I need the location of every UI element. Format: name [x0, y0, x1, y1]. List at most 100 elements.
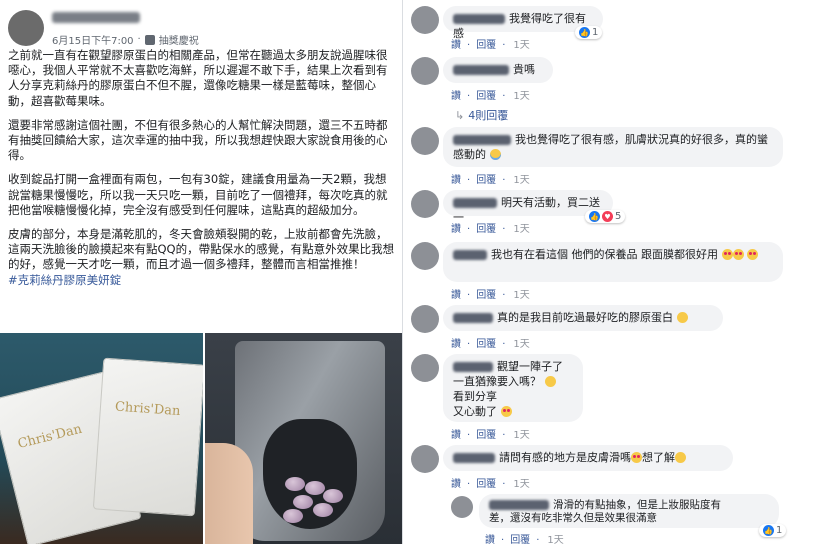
reaction-count[interactable]: 👍 1 — [759, 524, 787, 537]
like-icon: 👍 — [763, 525, 774, 536]
crying-emoji-icon — [489, 149, 501, 160]
commenter-avatar[interactable] — [451, 496, 473, 518]
like-action[interactable]: 讚 — [451, 290, 461, 301]
wink-emoji-icon — [675, 452, 686, 463]
commenter-name-redacted[interactable] — [453, 14, 505, 24]
reply-action[interactable]: 回覆 — [476, 339, 496, 350]
reply-action[interactable]: 回覆 — [510, 535, 530, 546]
commenter-name-redacted[interactable] — [453, 135, 511, 145]
comment-actions: 讚 · 回覆 · 1天 — [451, 224, 530, 235]
comment-bubble: 滑滑的有點抽象，但是上妝服貼度有 差，還沒有吃非常久但是效果很滿意 — [479, 494, 779, 528]
separator: · — [137, 34, 141, 45]
grin-emoji-icon — [544, 376, 556, 387]
comment-time[interactable]: 1天 — [513, 290, 529, 301]
comment-actions: 讚 · 回覆 · 1天 — [451, 91, 530, 102]
tablet — [285, 477, 305, 491]
comment-time[interactable]: 1天 — [513, 40, 529, 51]
heart-eyes-emoji-icon — [721, 249, 733, 260]
view-replies-label: 4則回覆 — [468, 109, 509, 122]
author-avatar[interactable] — [8, 10, 44, 46]
commenter-avatar[interactable] — [411, 190, 439, 218]
tablet — [323, 489, 343, 503]
tablet — [283, 509, 303, 523]
reply-action[interactable]: 回覆 — [476, 290, 496, 301]
commenter-name-redacted[interactable] — [489, 500, 549, 510]
comment-time[interactable]: 1天 — [513, 91, 529, 102]
comment-text-line: 又心動了 — [453, 405, 497, 418]
comment-text: 貴嗎 — [513, 63, 535, 76]
reply-action[interactable]: 回覆 — [476, 479, 496, 490]
comment-time[interactable]: 1天 — [513, 339, 529, 350]
commenter-avatar[interactable] — [411, 6, 439, 34]
commenter-avatar[interactable] — [411, 445, 439, 473]
comment-bubble: 觀望一陣子了 一直猶豫要入嗎？ 看到分享 又心動了 — [443, 354, 583, 422]
comment-bubble: 我也覺得吃了很有感，肌膚狀況真的好很多，真的蠻感動的 — [443, 127, 783, 167]
commenter-avatar[interactable] — [411, 57, 439, 85]
reply-action[interactable]: 回覆 — [476, 91, 496, 102]
smile-emoji-icon — [676, 312, 688, 323]
comment-text: 請問有感的地方是皮膚滑嗎 — [499, 451, 631, 464]
commenter-name-redacted[interactable] — [453, 313, 493, 323]
tablet — [305, 481, 325, 495]
like-action[interactable]: 讚 — [485, 535, 495, 546]
heart-eyes-emoji-icon — [747, 249, 758, 260]
like-icon: 👍 — [579, 27, 590, 38]
commenter-name-redacted[interactable] — [453, 65, 509, 75]
hashtag-link[interactable]: #克莉絲丹膠原美妍錠 — [8, 273, 396, 288]
like-action[interactable]: 讚 — [451, 175, 461, 186]
comment-bubble: 貴嗎 — [443, 57, 553, 83]
post-date[interactable]: 6月15日下午7:00 — [52, 32, 134, 47]
reply-action[interactable]: 回覆 — [476, 224, 496, 235]
comment-actions: 讚 · 回覆 · 1天 — [451, 430, 530, 441]
love-icon: ♥ — [602, 211, 613, 222]
commenter-avatar[interactable] — [411, 127, 439, 155]
comment-time[interactable]: 1天 — [513, 175, 529, 186]
comment-text-line: 觀望一陣子了 — [497, 360, 563, 373]
reaction-number: 1 — [776, 525, 783, 536]
commenter-name-redacted[interactable] — [453, 362, 493, 372]
reply-action[interactable]: 回覆 — [476, 175, 496, 186]
commenter-avatar[interactable] — [411, 305, 439, 333]
like-action[interactable]: 讚 — [451, 224, 461, 235]
post-meta: 6月15日下午7:00 · 抽獎慶祝 — [52, 32, 199, 47]
comments-section: 我覺得吃了很有感 👍 1 讚 · 回覆 · 1天 貴嗎 讚 · 回覆 · 1天 ↳ 4則回覆 我也覺… — [403, 0, 816, 546]
commenter-name-redacted[interactable] — [453, 453, 495, 463]
reply-action[interactable]: 回覆 — [476, 430, 496, 441]
like-action[interactable]: 讚 — [451, 339, 461, 350]
post-paragraph: 皮膚的部分，本身是滿乾肌的，冬天會臉頰裂開的乾，上妝前都會先洗臉，這兩天洗臉後的… — [8, 227, 395, 272]
author-name-redacted[interactable] — [52, 12, 140, 23]
comment-actions: 讚 · 回覆 · 1天 — [451, 339, 530, 350]
post-activity[interactable]: 抽獎慶祝 — [159, 32, 199, 47]
comment-time[interactable]: 1天 — [513, 224, 529, 235]
hand — [205, 443, 253, 544]
comment-text: 我也有在看這個 他們的保養品 跟面膜都很好用 — [491, 248, 718, 261]
comment-time[interactable]: 1天 — [513, 479, 529, 490]
heart-eyes-emoji-icon — [631, 452, 642, 463]
commenter-avatar[interactable] — [411, 242, 439, 270]
product-packet: Chris'Dan — [92, 357, 203, 517]
product-photo-tablets[interactable] — [205, 333, 402, 544]
comment-time[interactable]: 1天 — [513, 430, 529, 441]
comment-time[interactable]: 1天 — [547, 535, 563, 546]
commenter-name-redacted[interactable] — [453, 198, 497, 208]
comment-bubble: 請問有感的地方是皮膚滑嗎 想了解 — [443, 445, 733, 471]
like-action[interactable]: 讚 — [451, 430, 461, 441]
commenter-avatar[interactable] — [411, 354, 439, 382]
heart-eyes-emoji-icon — [732, 249, 744, 260]
reaction-count[interactable]: 👍 1 — [575, 26, 603, 39]
tag-icon — [144, 34, 155, 45]
product-photo-packets[interactable]: Chris'Dan Chris'Dan — [0, 333, 203, 544]
like-action[interactable]: 讚 — [451, 40, 461, 51]
like-action[interactable]: 讚 — [451, 479, 461, 490]
view-replies-link[interactable]: ↳ 4則回覆 — [455, 107, 508, 123]
commenter-name-redacted[interactable] — [453, 250, 487, 260]
like-action[interactable]: 讚 — [451, 91, 461, 102]
comment-text-line: 看到分享 — [453, 390, 497, 403]
heart-eyes-emoji-icon — [500, 406, 512, 417]
comment-tail-text: 想了解 — [642, 451, 675, 464]
comment-text-line: 一直猶豫要入嗎？ — [453, 375, 541, 388]
packet-brand: Chris'Dan — [114, 399, 181, 420]
comment-text-line: 滑滑的有點抽象，但是上妝服貼度有 — [553, 499, 721, 511]
reaction-count[interactable]: 👍 ♥ 5 — [585, 210, 626, 223]
reply-action[interactable]: 回覆 — [476, 40, 496, 51]
